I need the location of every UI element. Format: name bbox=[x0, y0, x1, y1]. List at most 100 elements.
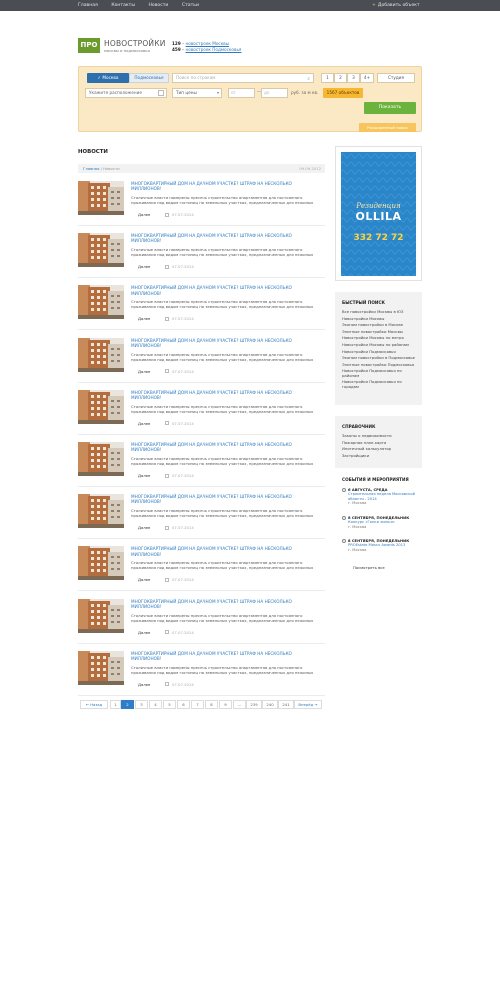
quick-search-link[interactable]: Новостройки Москвы по районам bbox=[342, 342, 417, 347]
rooms-4plus-button[interactable]: 4+ bbox=[360, 73, 374, 83]
news-item[interactable]: Многоквартирный дом на дачном участке? Ш… bbox=[78, 598, 325, 647]
extended-search-button[interactable]: Расширенный поиск bbox=[359, 123, 416, 132]
logo-badge[interactable]: ПРО bbox=[78, 38, 100, 53]
event-item[interactable]: 8 СЕНТЯБРЯ, ПОНЕДЕЛЬНИК Конкурс «Гонки ж… bbox=[342, 516, 420, 529]
news-more-link[interactable]: Далее bbox=[138, 682, 150, 687]
pagination-page[interactable]: 1 bbox=[110, 700, 121, 709]
news-item[interactable]: Многоквартирный дом на дачном участке? Ш… bbox=[78, 546, 325, 594]
news-more-link[interactable]: Далее bbox=[138, 577, 150, 582]
news-thumbnail[interactable] bbox=[78, 546, 124, 581]
news-more-link[interactable]: Далее bbox=[138, 630, 150, 635]
pagination-page[interactable]: 4 bbox=[149, 700, 162, 709]
quick-search-link[interactable]: Новостройки Подмосковья по городам bbox=[342, 380, 417, 389]
news-title[interactable]: Многоквартирный дом на дачном участке? Ш… bbox=[131, 546, 316, 556]
pagination-page[interactable]: 9 bbox=[219, 700, 232, 709]
reference-link[interactable]: Законы о недвижимости bbox=[342, 433, 417, 438]
ollila-banner[interactable]: Резиденция OLLILA 332 72 72 bbox=[341, 152, 416, 276]
news-more-link[interactable]: Далее bbox=[138, 212, 150, 217]
event-name[interactable]: Строительная неделя Московской области -… bbox=[342, 492, 420, 501]
news-more-link[interactable]: Далее bbox=[138, 369, 150, 374]
region-link[interactable]: новостроек Подмосковья bbox=[186, 47, 242, 52]
news-more-link[interactable]: Далее bbox=[138, 473, 150, 478]
pagination-page[interactable]: 239 bbox=[246, 700, 262, 709]
news-thumbnail[interactable] bbox=[78, 442, 124, 476]
news-title[interactable]: Многоквартирный дом на дачном участке? Ш… bbox=[131, 181, 316, 191]
news-item[interactable]: Многоквартирный дом на дачном участке? Ш… bbox=[78, 389, 325, 438]
news-date: 07.07.2014 bbox=[165, 316, 194, 321]
nav-contacts[interactable]: Контакты bbox=[111, 3, 135, 8]
news-thumbnail[interactable] bbox=[78, 389, 124, 424]
price-type-select[interactable]: Тип цены ▾ bbox=[172, 88, 222, 98]
news-more-link[interactable]: Далее bbox=[138, 316, 150, 321]
nav-home[interactable]: Главная bbox=[78, 3, 98, 8]
reference-link[interactable]: Ипотечный калькулятор bbox=[342, 446, 417, 451]
quick-search-link[interactable]: Элитные новостройки Москвы bbox=[342, 329, 417, 334]
news-thumbnail[interactable] bbox=[78, 494, 124, 529]
rooms-2-button[interactable]: 2 bbox=[334, 73, 347, 83]
rooms-3-button[interactable]: 3 bbox=[347, 73, 360, 83]
pagination-prev[interactable]: ← Назад bbox=[80, 700, 108, 709]
pagination-next[interactable]: Вперёд → bbox=[294, 700, 322, 709]
news-item[interactable]: Многоквартирный дом на дачном участке? Ш… bbox=[78, 442, 325, 490]
studio-button[interactable]: Студия bbox=[377, 73, 415, 83]
quick-search-link[interactable]: Новостройки Москвы bbox=[342, 316, 417, 321]
city-tab-moscow[interactable]: ✓ Москва bbox=[87, 73, 129, 83]
news-thumbnail[interactable] bbox=[78, 598, 124, 633]
moscow-link[interactable]: новостроек Москвы bbox=[186, 41, 230, 46]
quick-search-link[interactable]: Элитные новостройки Подмосковья bbox=[342, 362, 417, 367]
news-title[interactable]: Многоквартирный дом на дачном участке? Ш… bbox=[131, 651, 316, 661]
add-object-link[interactable]: + Добавить объект bbox=[372, 3, 420, 8]
nav-news[interactable]: Новости bbox=[148, 3, 168, 8]
quick-search-link[interactable]: Новостройки Подмосковья по районам bbox=[342, 369, 417, 378]
pagination-page[interactable]: 5 bbox=[163, 700, 176, 709]
news-item[interactable]: Многоквартирный дом на дачном участке? Ш… bbox=[78, 337, 325, 386]
news-title[interactable]: Многоквартирный дом на дачном участке? Ш… bbox=[131, 599, 316, 609]
news-more-link[interactable]: Далее bbox=[138, 421, 150, 426]
nav-articles[interactable]: Статьи bbox=[182, 3, 199, 8]
news-item[interactable]: Многоквартирный дом на дачном участке? Ш… bbox=[78, 285, 325, 333]
pagination-page[interactable]: 3 bbox=[135, 700, 148, 709]
pagination-page[interactable]: 241 bbox=[278, 700, 294, 709]
reference-link[interactable]: Застройщики bbox=[342, 453, 417, 458]
news-thumbnail[interactable] bbox=[78, 181, 124, 215]
news-title[interactable]: Многоквартирный дом на дачном участке? Ш… bbox=[131, 442, 316, 452]
news-thumbnail[interactable] bbox=[78, 233, 124, 268]
news-thumbnail[interactable] bbox=[78, 650, 124, 685]
quick-search-link[interactable]: Эконом новостройки в Москве bbox=[342, 322, 417, 327]
quick-search-link[interactable]: Эконом новостройки в Подмосковье bbox=[342, 355, 417, 360]
news-item[interactable]: Многоквартирный дом на дачном участке? Ш… bbox=[78, 494, 325, 542]
price-from-input[interactable]: от bbox=[228, 88, 255, 98]
location-select[interactable]: Укажите расположение bbox=[85, 88, 167, 98]
events-view-all[interactable]: Посмотреть все bbox=[353, 565, 385, 570]
rooms-1-button[interactable]: 1 bbox=[321, 73, 334, 83]
quick-search-link[interactable]: Все новостройки Москвы в ЮЗ bbox=[342, 309, 417, 314]
news-item[interactable]: Многоквартирный дом на дачном участке? Ш… bbox=[78, 650, 325, 699]
pagination-page[interactable]: 240 bbox=[262, 700, 278, 709]
news-item[interactable]: Многоквартирный дом на дачном участке? Ш… bbox=[78, 181, 325, 229]
pagination-page[interactable]: 8 bbox=[205, 700, 218, 709]
news-thumbnail[interactable] bbox=[78, 337, 124, 372]
region-tab[interactable]: Подмосковье bbox=[129, 73, 169, 83]
event-item[interactable]: 6 АВГУСТА, СРЕДА Строительная неделя Мос… bbox=[342, 488, 420, 506]
news-title[interactable]: Многоквартирный дом на дачном участке? Ш… bbox=[131, 494, 316, 504]
event-item[interactable]: 8 СЕНТЯБРЯ, ПОНЕДЕЛЬНИК PROEstate Moscu … bbox=[342, 539, 420, 552]
logo-name[interactable]: НОВОСТРОЙКИ bbox=[104, 39, 166, 48]
news-title[interactable]: Многоквартирный дом на дачном участке? Ш… bbox=[131, 390, 316, 400]
news-title[interactable]: Многоквартирный дом на дачном участке? Ш… bbox=[131, 338, 316, 348]
pagination-page[interactable]: 7 bbox=[191, 700, 204, 709]
pagination-page[interactable]: 6 bbox=[177, 700, 190, 709]
news-item[interactable]: Многоквартирный дом на дачном участке? Ш… bbox=[78, 233, 325, 281]
news-thumbnail[interactable] bbox=[78, 285, 124, 320]
news-title[interactable]: Многоквартирный дом на дачном участке? Ш… bbox=[131, 285, 316, 295]
show-button[interactable]: Показать bbox=[364, 102, 416, 114]
news-more-link[interactable]: Далее bbox=[138, 525, 150, 530]
news-title[interactable]: Многоквартирный дом на дачном участке? Ш… bbox=[131, 233, 316, 243]
quick-search-link[interactable]: Новостройки Москвы по метро bbox=[342, 335, 417, 340]
price-to-input[interactable]: до bbox=[261, 88, 288, 98]
reference-link[interactable]: Пожарная план-карта bbox=[342, 440, 417, 445]
pagination-page-active[interactable]: 2 bbox=[121, 700, 134, 709]
search-input[interactable]: Поиск по строкам ⌕ bbox=[172, 73, 314, 83]
breadcrumb-home[interactable]: Главная bbox=[83, 166, 99, 171]
news-more-link[interactable]: Далее bbox=[138, 264, 150, 269]
quick-search-link[interactable]: Новостройки Подмосковья bbox=[342, 349, 417, 354]
